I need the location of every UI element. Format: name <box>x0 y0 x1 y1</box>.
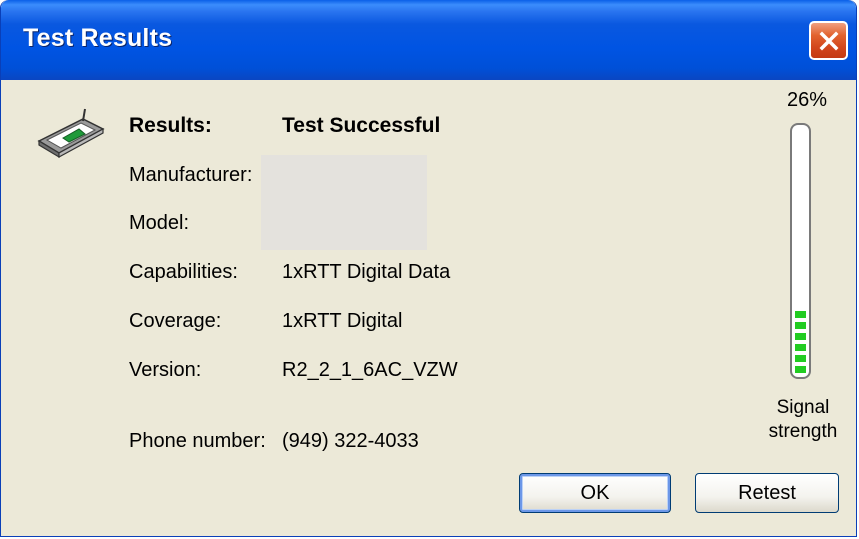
phone-number-label: Phone number: <box>129 430 266 452</box>
results-label: Results: <box>129 114 212 137</box>
modem-icon <box>37 108 105 159</box>
coverage-value: 1xRTT Digital <box>282 310 403 332</box>
close-button[interactable] <box>809 21 848 60</box>
signal-strength-fill <box>795 311 806 373</box>
capabilities-value: 1xRTT Digital Data <box>282 261 451 283</box>
test-results-dialog: Test Results Results: Test Successful Ma… <box>0 0 857 537</box>
version-value: R2_2_1_6AC_VZW <box>282 359 458 381</box>
signal-strength-meter <box>790 123 811 379</box>
signal-strength-label: Signal strength <box>761 396 845 444</box>
ok-button[interactable]: OK <box>519 473 671 513</box>
title-bar[interactable]: Test Results <box>1 0 856 80</box>
results-value: Test Successful <box>282 114 441 137</box>
signal-label-line1: Signal <box>776 397 830 418</box>
signal-percent: 26% <box>787 89 828 111</box>
manufacturer-label: Manufacturer: <box>129 164 253 186</box>
dialog-content: Results: Test Successful Manufacturer: M… <box>1 80 856 536</box>
retest-button[interactable]: Retest <box>695 473 839 513</box>
capabilities-label: Capabilities: <box>129 261 238 283</box>
signal-label-line2: strength <box>768 421 838 442</box>
coverage-label: Coverage: <box>129 310 222 332</box>
close-icon <box>819 31 838 50</box>
redacted-area <box>261 155 427 250</box>
phone-number-value: (949) 322-4033 <box>282 430 419 452</box>
model-label: Model: <box>129 212 190 234</box>
window-title: Test Results <box>23 24 173 52</box>
version-label: Version: <box>129 359 202 381</box>
